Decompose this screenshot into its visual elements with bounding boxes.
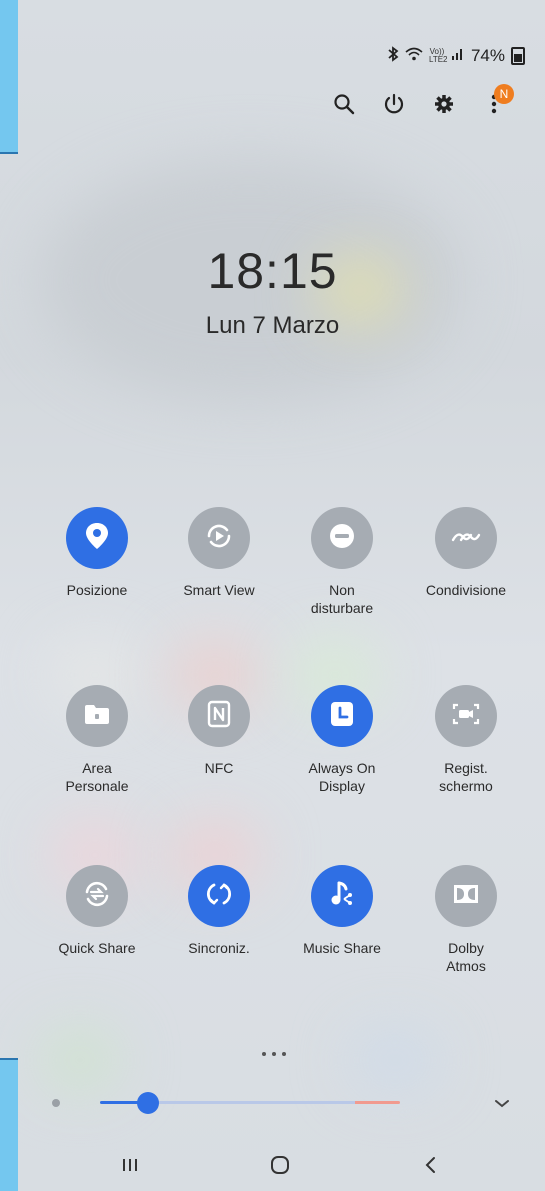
nfc-icon — [207, 700, 231, 733]
tile-label: Always On Display — [308, 760, 376, 794]
tile-icon-circle — [311, 865, 373, 927]
wifi-icon — [405, 47, 423, 65]
tile-quick-share[interactable]: Quick Share — [37, 865, 157, 957]
tile-posizione[interactable]: Posizione — [37, 507, 157, 599]
tile-icon-circle — [188, 507, 250, 569]
page-indicator[interactable] — [262, 1050, 286, 1058]
more-vertical-icon[interactable]: N — [480, 84, 514, 118]
status-bar: Vo)) LTE2 74% — [387, 46, 525, 66]
tile-label: Dolby Atmos — [446, 940, 486, 974]
tile-label: Music Share — [303, 940, 381, 956]
quick-share-icon — [81, 878, 113, 915]
tile-icon-circle — [66, 507, 128, 569]
brightness-slider-thumb[interactable] — [137, 1092, 159, 1114]
bluetooth-icon — [387, 46, 399, 66]
edge-overlay-top — [0, 0, 18, 154]
search-icon[interactable] — [330, 90, 358, 118]
tile-area-personale[interactable]: Area Personale — [37, 685, 157, 795]
tile-label: Quick Share — [58, 940, 136, 956]
tile-music-share[interactable]: Music Share — [282, 865, 402, 957]
clock-icon — [329, 700, 355, 733]
hotspot-icon — [450, 525, 482, 552]
tile-icon-circle — [188, 865, 250, 927]
tile-icon-circle — [188, 685, 250, 747]
tile-icon-circle — [435, 685, 497, 747]
tile-nfc[interactable]: NFC — [159, 685, 279, 777]
tile-icon-circle — [435, 507, 497, 569]
tile-dolby-atmos[interactable]: Dolby Atmos — [406, 865, 526, 975]
tile-icon-circle — [66, 685, 128, 747]
tile-label: Regist. schermo — [439, 760, 493, 794]
page-dot — [282, 1052, 286, 1056]
wallpaper-blur — [350, 1030, 440, 1090]
sync-icon — [204, 879, 234, 914]
tile-label: Non disturbare — [310, 582, 374, 616]
tile-non-disturbare[interactable]: Non disturbare — [282, 507, 402, 617]
tile-condivisione[interactable]: Condivisione — [406, 507, 526, 599]
smart-view-icon — [203, 520, 235, 557]
dolby-icon — [453, 884, 479, 909]
battery-percent: 74% — [470, 46, 505, 65]
brightness-control — [40, 1090, 520, 1114]
tile-label: NFC — [204, 760, 234, 776]
tile-smart-view[interactable]: Smart View — [159, 507, 279, 599]
notification-badge: N — [494, 84, 514, 104]
tile-icon-circle — [66, 865, 128, 927]
page-dot — [272, 1052, 276, 1056]
tile-label: Area Personale — [65, 760, 129, 794]
tile-icon-circle — [435, 865, 497, 927]
music-share-icon — [328, 879, 356, 914]
gear-icon[interactable] — [430, 90, 458, 118]
back-icon[interactable] — [410, 1150, 450, 1180]
tile-label: Smart View — [183, 582, 255, 598]
location-pin-icon — [84, 521, 110, 556]
screen-record-icon — [451, 701, 481, 732]
signal-icon — [451, 47, 465, 65]
do-not-disturb-icon — [327, 521, 357, 556]
quick-panel-actions: N — [330, 84, 530, 120]
tile-icon-circle — [311, 685, 373, 747]
sun-icon — [50, 1096, 62, 1108]
power-icon[interactable] — [380, 90, 408, 118]
battery-icon — [511, 47, 525, 65]
tile-label: Posizione — [66, 582, 128, 598]
quick-panel-screen: Vo)) LTE2 74% N 18:15 Lun 7 Marzo Posizi… — [0, 0, 545, 1191]
navigation-bar — [0, 1150, 545, 1180]
secure-folder-icon — [83, 702, 111, 731]
tile-label: Condivisione — [425, 582, 507, 598]
wallpaper-blur — [40, 1030, 120, 1090]
tile-label: Sincroniz. — [188, 940, 250, 956]
home-icon[interactable] — [260, 1150, 300, 1180]
chevron-down-icon[interactable] — [492, 1093, 512, 1113]
page-dot — [262, 1052, 266, 1056]
tile-sincroniz[interactable]: Sincroniz. — [159, 865, 279, 957]
tile-regist-schermo[interactable]: Regist. schermo — [406, 685, 526, 795]
clock-time: 18:15 — [207, 243, 338, 299]
tile-always-on-display[interactable]: Always On Display — [282, 685, 402, 795]
recents-icon[interactable] — [110, 1150, 150, 1180]
clock-date: Lun 7 Marzo — [205, 312, 340, 339]
tile-icon-circle — [311, 507, 373, 569]
volte-indicator: Vo)) LTE2 — [428, 47, 448, 64]
